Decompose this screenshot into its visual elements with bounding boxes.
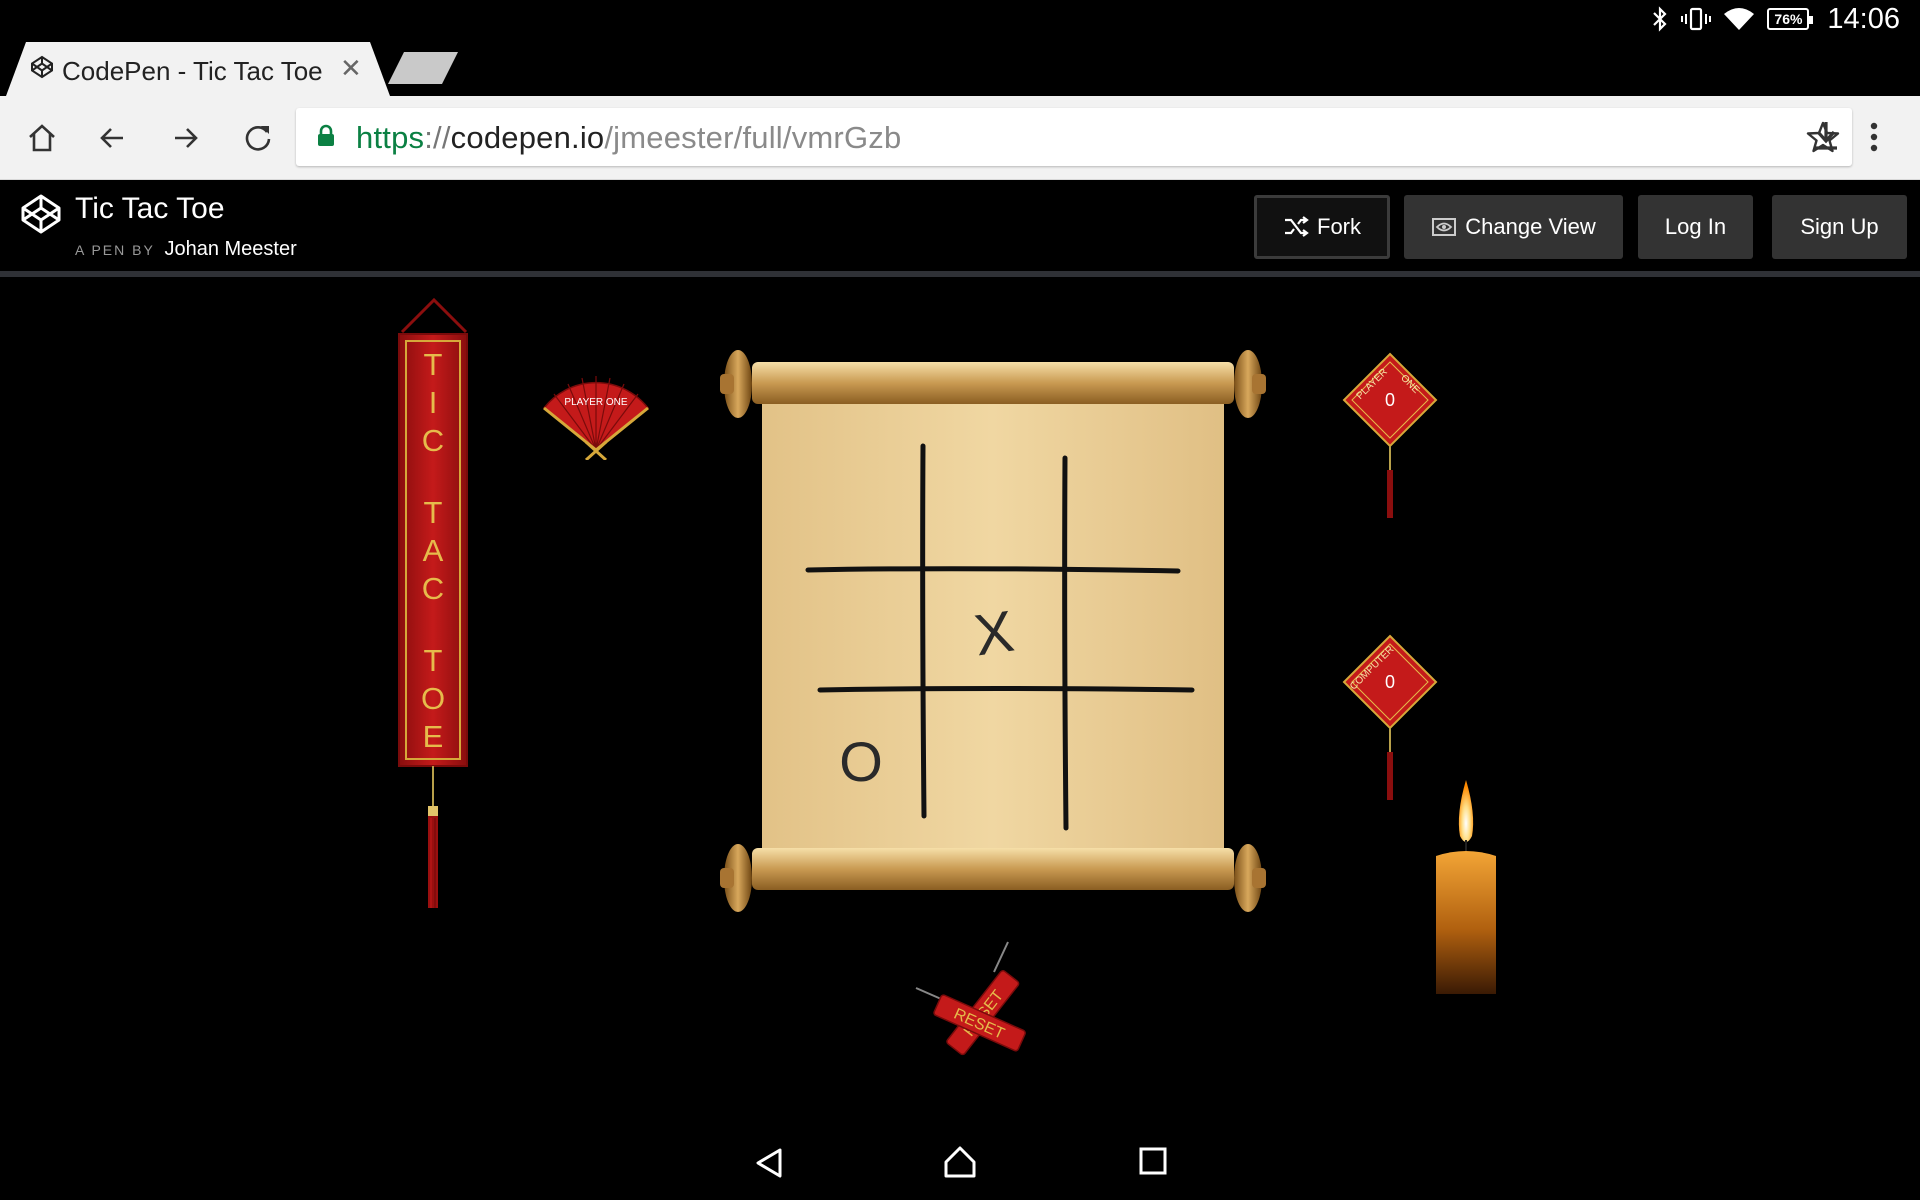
url-separator: ://	[424, 120, 451, 155]
board-cell-0-0[interactable]	[812, 470, 918, 574]
home-button[interactable]	[22, 118, 62, 158]
fork-label: Fork	[1317, 214, 1361, 239]
board-cell-0-1[interactable]	[924, 470, 1064, 574]
download-icon[interactable]	[1808, 118, 1844, 156]
sign-up-button[interactable]: Sign Up	[1772, 195, 1907, 259]
banner-tassel	[428, 766, 438, 908]
wifi-icon	[1724, 8, 1755, 30]
lock-icon	[318, 124, 334, 146]
reset-button[interactable]: RESET RESET	[908, 940, 1044, 1064]
reload-icon	[245, 126, 271, 151]
board-cell-0-2[interactable]	[1068, 470, 1178, 574]
battery-percent: 76%	[1774, 11, 1803, 27]
pen-by-label: A PEN BY	[75, 242, 155, 258]
tab-close-icon[interactable]: ✕	[340, 53, 362, 83]
bluetooth-icon	[1653, 6, 1667, 32]
banner-letter: T	[423, 643, 443, 678]
browser-toolbar: https://codepen.io/jmeester/full/vmrGzb	[0, 96, 1920, 180]
log-in-button[interactable]: Log In	[1638, 195, 1753, 259]
url-host: codepen.io	[450, 120, 605, 155]
sign-up-label: Sign Up	[1800, 214, 1879, 239]
url-text[interactable]: https://codepen.io/jmeester/full/vmrGzb	[356, 120, 901, 156]
change-view-icon	[1432, 218, 1457, 236]
back-button[interactable]	[92, 118, 132, 158]
banner-letter: C	[421, 571, 445, 606]
status-clock: 14:06	[1827, 2, 1900, 35]
android-navigation-bar	[0, 1118, 1920, 1200]
banner-hanger	[400, 297, 468, 334]
player-score-badge: PLAYER ONE 0	[1342, 352, 1438, 518]
pen-author-link[interactable]: Johan Meester	[164, 238, 296, 260]
board-cell-1-2[interactable]	[1068, 574, 1178, 688]
browser-tab-active[interactable]: CodePen - Tic Tac Toe ✕	[6, 42, 390, 96]
candle-decoration	[1436, 780, 1496, 994]
fork-button[interactable]: Fork	[1254, 195, 1390, 259]
home-icon	[29, 124, 55, 152]
banner-letter: A	[422, 533, 444, 568]
banner-letter: C	[421, 423, 445, 458]
banner-letter: O	[420, 681, 446, 716]
codepen-logo-icon[interactable]	[20, 193, 62, 235]
board-cell-2-0[interactable]: O	[806, 700, 916, 822]
player-one-fan: PLAYER ONE	[542, 376, 650, 460]
log-in-label: Log In	[1664, 214, 1727, 239]
board-cell-2-1[interactable]	[924, 700, 1064, 822]
tab-title: CodePen - Tic Tac Toe	[62, 56, 323, 86]
address-bar[interactable]: https://codepen.io/jmeester/full/vmrGzb	[296, 108, 1852, 166]
banner-letter: T	[423, 495, 443, 530]
arrow-left-icon	[100, 128, 123, 148]
fork-icon	[1285, 216, 1309, 237]
arrow-right-icon	[175, 128, 198, 148]
player-score: 0	[1385, 390, 1395, 410]
banner-letter: I	[428, 385, 438, 420]
change-view-button[interactable]: Change View	[1404, 195, 1623, 259]
banner-letter: E	[422, 719, 444, 754]
pen-title: Tic Tac Toe	[75, 192, 225, 225]
board-cell-1-1[interactable]: X	[917, 567, 1072, 699]
title-banner: T I C T A C T O E	[398, 333, 468, 767]
more-menu-icon[interactable]	[1866, 118, 1882, 156]
reload-button[interactable]	[238, 118, 278, 158]
nav-home-icon[interactable]	[942, 1144, 978, 1180]
codepen-header: Tic Tac Toe A PEN BY Johan Meester Fork …	[0, 180, 1920, 277]
board-cell-1-0[interactable]	[812, 574, 918, 688]
url-scheme: https	[356, 120, 425, 155]
computer-score-badge: COMPUTER 0	[1342, 634, 1438, 800]
codepen-favicon-icon	[31, 55, 53, 79]
nav-recents-icon[interactable]	[1138, 1146, 1168, 1176]
forward-button[interactable]	[166, 118, 206, 158]
nav-back-icon[interactable]	[752, 1146, 786, 1180]
change-view-label: Change View	[1465, 214, 1596, 239]
vibrate-icon	[1681, 7, 1712, 31]
status-icons: 76% 14:06	[1651, 2, 1900, 35]
fan-label: PLAYER ONE	[564, 397, 627, 408]
android-status-bar: 76% 14:06	[0, 0, 1920, 38]
battery-icon: 76%	[1767, 8, 1814, 30]
pen-byline: A PEN BY Johan Meester	[75, 238, 297, 261]
banner-letter: T	[423, 347, 443, 382]
computer-score: 0	[1385, 672, 1395, 692]
new-tab-button[interactable]	[388, 52, 458, 84]
board-cell-2-2[interactable]	[1068, 700, 1178, 822]
url-path: /jmeester/full/vmrGzb	[604, 120, 902, 155]
browser-tab-strip: CodePen - Tic Tac Toe ✕	[0, 38, 1920, 96]
